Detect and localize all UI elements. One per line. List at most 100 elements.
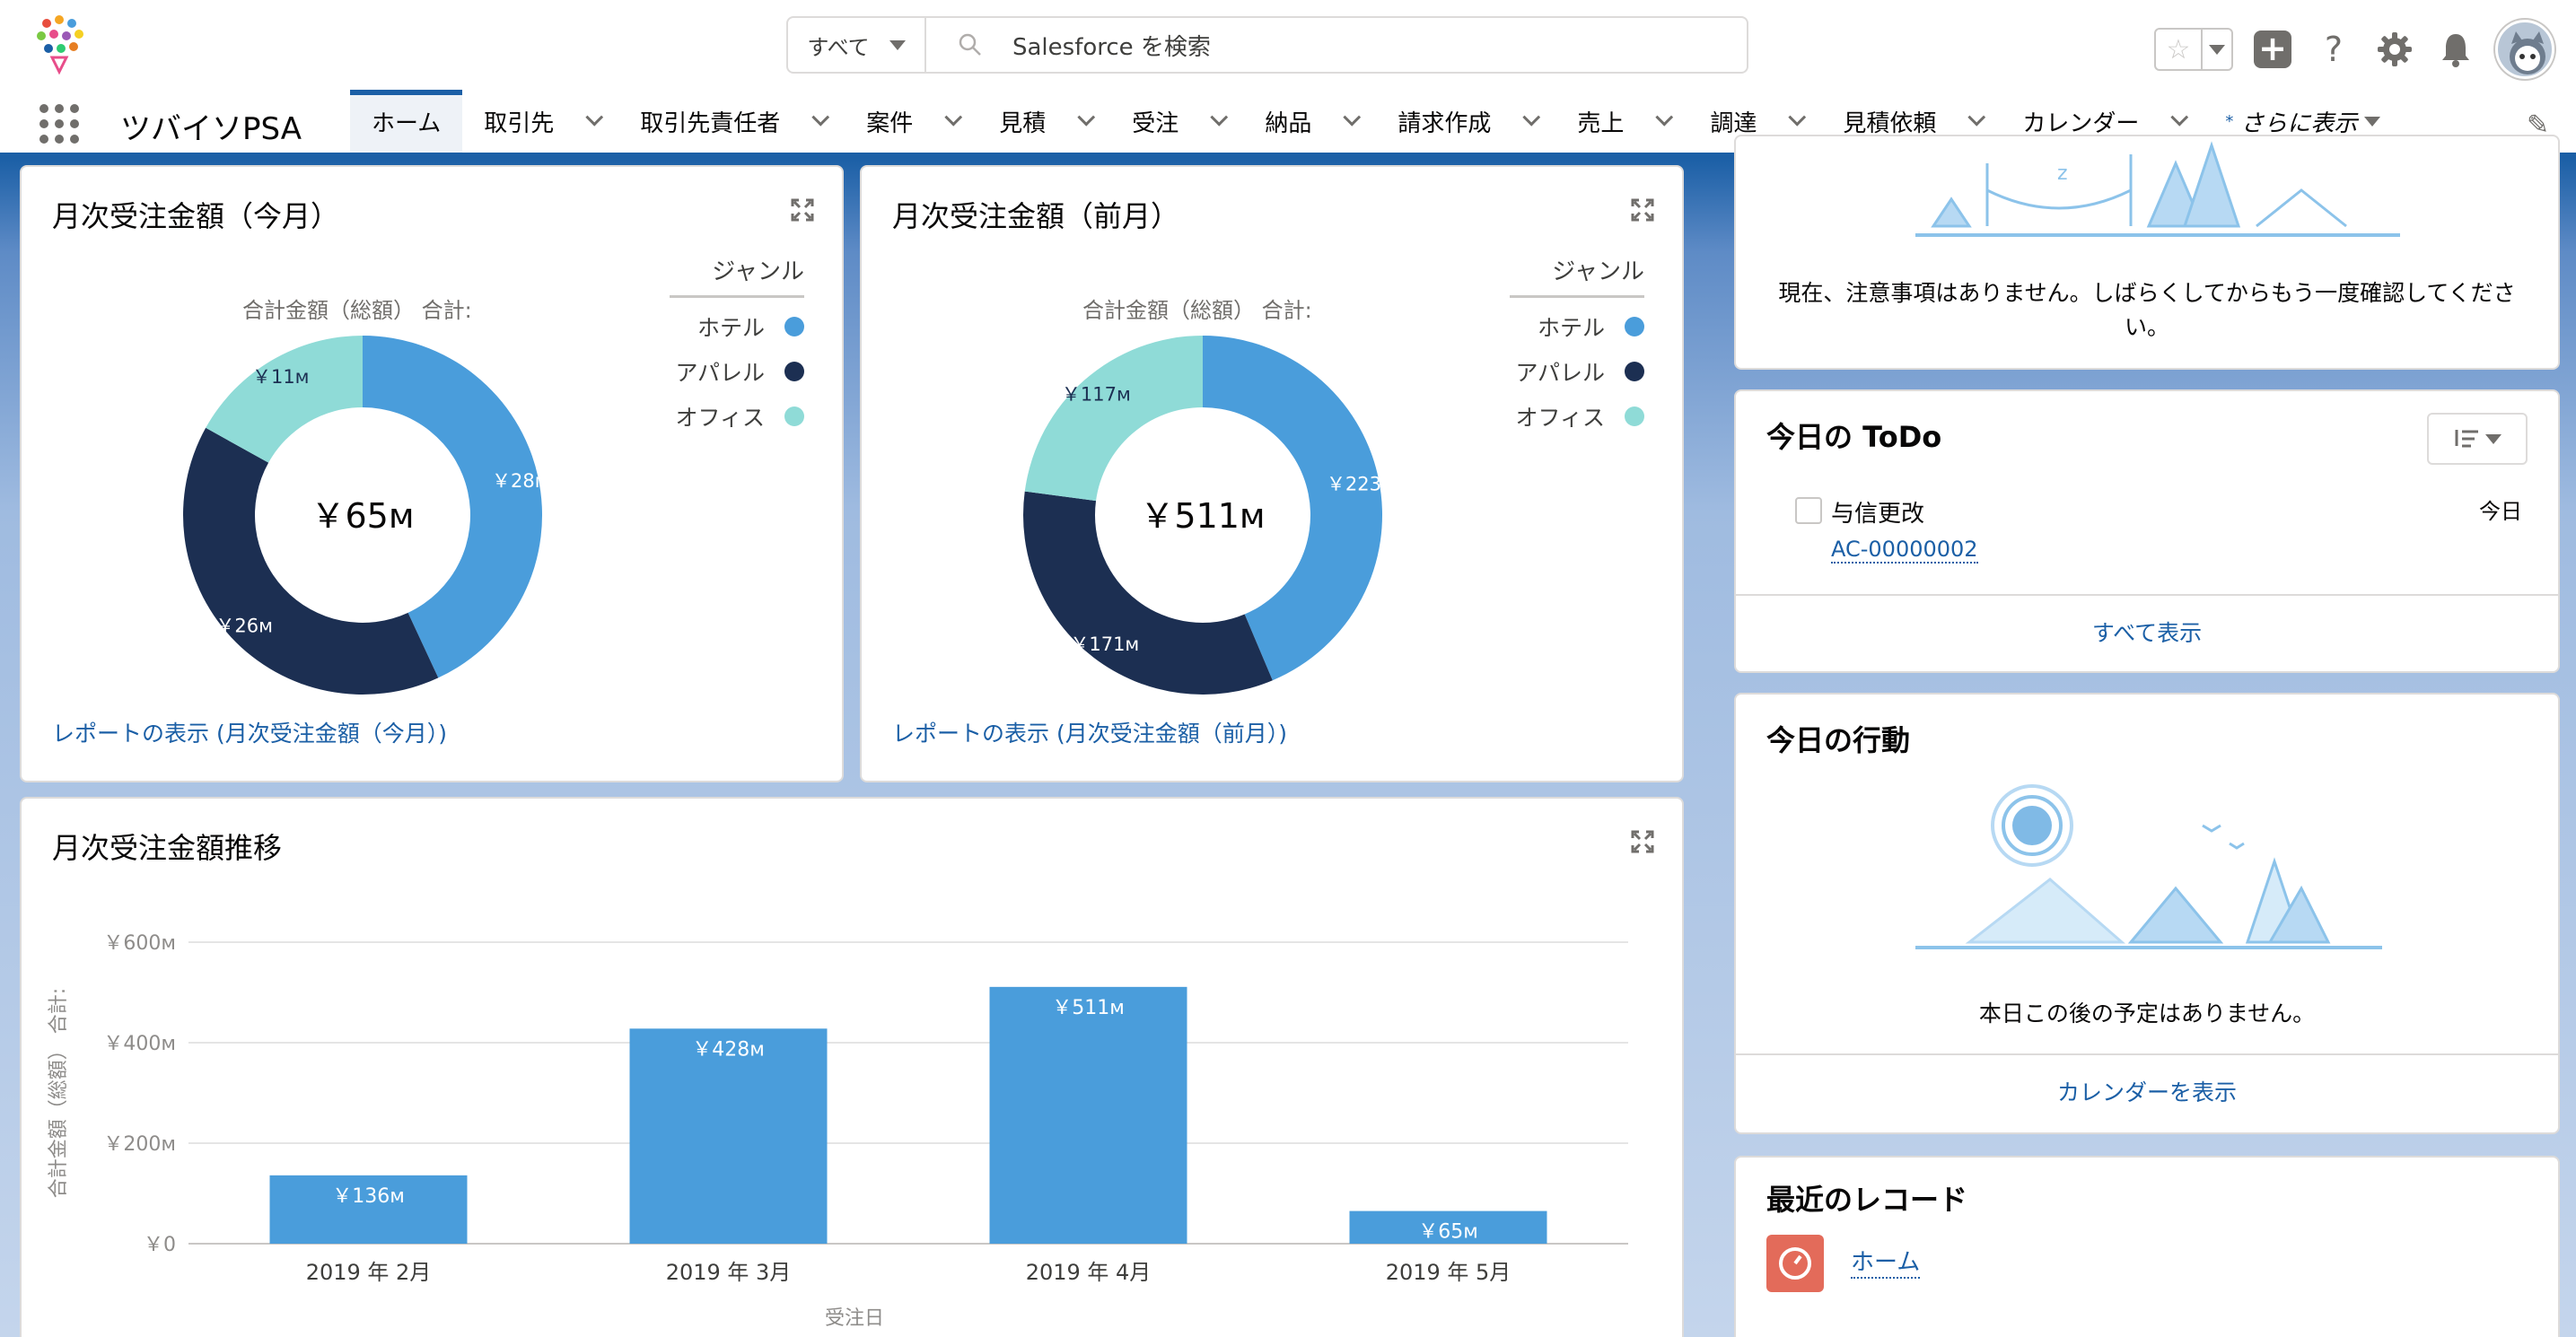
- chevron-down-icon[interactable]: [1967, 108, 1986, 127]
- bar-chart[interactable]: ￥0 ￥200м ￥400м ￥600м ￥136м 2019 年 2月 ￥428м 2019…: [22, 799, 1682, 1337]
- task-due-date: 今日: [2479, 499, 2522, 524]
- expand-icon[interactable]: [790, 197, 815, 223]
- view-report-link[interactable]: レポートの表示 (月次受注金額（今月）): [52, 716, 447, 748]
- divider: [1736, 594, 2558, 596]
- recent-records-card: 最近のレコード ホーム: [1734, 1156, 2560, 1337]
- chevron-down-icon[interactable]: [1522, 108, 1541, 127]
- task-subject[interactable]: 与信更改: [1831, 495, 1924, 529]
- setup-gear-icon[interactable]: [2373, 28, 2416, 71]
- notifications-bell-icon[interactable]: [2434, 28, 2477, 71]
- caret-down-icon: [2364, 116, 2381, 127]
- search-input[interactable]: Salesforce を検索: [926, 18, 1747, 72]
- chevron-down-icon[interactable]: [944, 108, 963, 127]
- tab-opportunities[interactable]: 案件: [845, 90, 977, 153]
- hammock-illustration: z: [1915, 141, 2400, 237]
- y-tick-label: ￥400м: [103, 1033, 176, 1055]
- events-empty-message: 本日この後の予定はありません。: [1978, 1001, 2316, 1027]
- recent-record-link[interactable]: ホーム: [1851, 1244, 1921, 1279]
- bar-value-label: ￥136м: [332, 1185, 405, 1208]
- bar-value-label: ￥428м: [692, 1038, 765, 1061]
- tab-deliveries[interactable]: 納品: [1243, 90, 1376, 153]
- tab-home[interactable]: ホーム: [350, 90, 463, 153]
- search-scope-label: すべて: [807, 34, 870, 60]
- legend-dot: [1625, 406, 1644, 426]
- legend-title: ジャンル: [1510, 253, 1644, 298]
- legend-dot: [1625, 317, 1644, 336]
- legend-label: ホテル: [697, 315, 765, 341]
- legend-item-hotel[interactable]: ホテル: [1510, 310, 1644, 343]
- events-card: 今日の行動 本日この後の予定はありません。 カレンダーを表示: [1734, 693, 2560, 1134]
- tab-quotes[interactable]: 見積: [977, 90, 1110, 153]
- view-report-link[interactable]: レポートの表示 (月次受注金額（前月）): [892, 716, 1287, 748]
- help-icon[interactable]: ?: [2312, 28, 2355, 71]
- global-header: すべて Salesforce を検索 ☆ + ?: [0, 0, 2576, 90]
- tab-orders[interactable]: 受注: [1110, 90, 1243, 153]
- legend-item-hotel[interactable]: ホテル: [670, 310, 804, 343]
- favorites-dropdown[interactable]: [2203, 30, 2231, 69]
- x-axis-title: 受注日: [825, 1307, 884, 1330]
- chart-caption: 合計金額（総額） 合計:: [1082, 298, 1312, 323]
- search-scope-select[interactable]: すべて: [788, 18, 926, 72]
- view-calendar-link[interactable]: カレンダーを表示: [1736, 1075, 2558, 1107]
- tab-accounts[interactable]: 取引先: [462, 90, 618, 153]
- legend-dot: [1625, 362, 1644, 381]
- donut-slice-label: ￥171м: [1070, 634, 1139, 655]
- legend-item-office[interactable]: オフィス: [670, 400, 804, 433]
- legend-item-apparel[interactable]: アパレル: [1510, 355, 1644, 388]
- legend-title: ジャンル: [670, 253, 804, 298]
- x-tick-label: 2019 年 4月: [1026, 1260, 1152, 1285]
- favorite-star-icon[interactable]: ☆: [2156, 30, 2203, 69]
- tab-label: 請求作成: [1398, 109, 1492, 137]
- tab-label: 売上: [1577, 109, 1625, 137]
- chevron-down-icon[interactable]: [1788, 108, 1807, 127]
- chevron-down-icon[interactable]: [1343, 108, 1362, 127]
- tab-label: 調達: [1710, 109, 1757, 137]
- donut-slice-オフィス[interactable]: [1024, 336, 1203, 502]
- y-tick-label: ￥200м: [103, 1133, 176, 1156]
- dashboard-card-last-month: 月次受注金額（前月） 合計金額（総額） 合計: ￥223м ￥171м ￥117м ￥…: [860, 165, 1684, 782]
- app-launcher-icon[interactable]: [39, 104, 79, 144]
- task-related-link[interactable]: AC-00000002: [1831, 537, 1978, 564]
- y-tick-label: ￥0: [144, 1234, 176, 1256]
- chevron-down-icon[interactable]: [1077, 108, 1096, 127]
- tab-sales[interactable]: 売上: [1555, 90, 1688, 153]
- donut-chart[interactable]: ￥223м ￥171м ￥117м ￥511м: [1014, 327, 1391, 703]
- search-icon: [959, 33, 981, 56]
- card-title: 今日の ToDo: [1766, 420, 1942, 454]
- todo-card: 今日の ToDo 与信更改 今日 AC-00000002 すべて表示: [1734, 389, 2560, 673]
- expand-icon[interactable]: [1630, 197, 1655, 223]
- chevron-down-icon[interactable]: [1210, 108, 1229, 127]
- legend-item-apparel[interactable]: アパレル: [670, 355, 804, 388]
- chevron-down-icon[interactable]: [585, 108, 604, 127]
- header-actions: ☆ + ?: [2154, 20, 2554, 79]
- donut-slice-label: ￥117м: [1062, 384, 1131, 406]
- y-axis-title: 合計金額（総額） 合計:: [48, 988, 70, 1198]
- user-avatar[interactable]: [2495, 20, 2554, 79]
- task-checkbox[interactable]: [1795, 497, 1822, 524]
- view-all-link[interactable]: すべて表示: [1736, 616, 2558, 648]
- bar[interactable]: [989, 986, 1187, 1244]
- tab-label: ホーム: [372, 109, 442, 137]
- tab-label: 見積依頼: [1843, 109, 1937, 137]
- donut-chart[interactable]: ￥28м ￥26м ￥11м ￥65м: [174, 327, 551, 703]
- legend-label: ホテル: [1537, 315, 1605, 341]
- caret-down-icon: [2209, 44, 2225, 55]
- tab-invoicing[interactable]: 請求作成: [1376, 90, 1555, 153]
- tab-label: 取引先: [484, 109, 555, 137]
- tab-label: 受注: [1132, 109, 1179, 137]
- assistant-empty-message: 現在、注意事項はありません。しばらくしてからもう一度確認してください。: [1778, 280, 2516, 340]
- chevron-down-icon[interactable]: [811, 108, 830, 127]
- chevron-down-icon[interactable]: [2170, 108, 2189, 127]
- todo-filter-button[interactable]: [2427, 413, 2528, 465]
- org-logo[interactable]: [25, 11, 93, 79]
- donut-slice-アパレル[interactable]: [182, 427, 439, 695]
- camping-illustration: [1915, 784, 2382, 949]
- tab-contacts[interactable]: 取引先責任者: [618, 90, 845, 153]
- legend-item-office[interactable]: オフィス: [1510, 400, 1644, 433]
- svg-text:z: z: [2057, 162, 2068, 185]
- tab-label: 案件: [866, 109, 914, 137]
- global-create-button[interactable]: +: [2251, 28, 2294, 71]
- tab-label: 見積: [999, 109, 1047, 137]
- chevron-down-icon[interactable]: [1655, 108, 1674, 127]
- legend-dot: [784, 317, 804, 336]
